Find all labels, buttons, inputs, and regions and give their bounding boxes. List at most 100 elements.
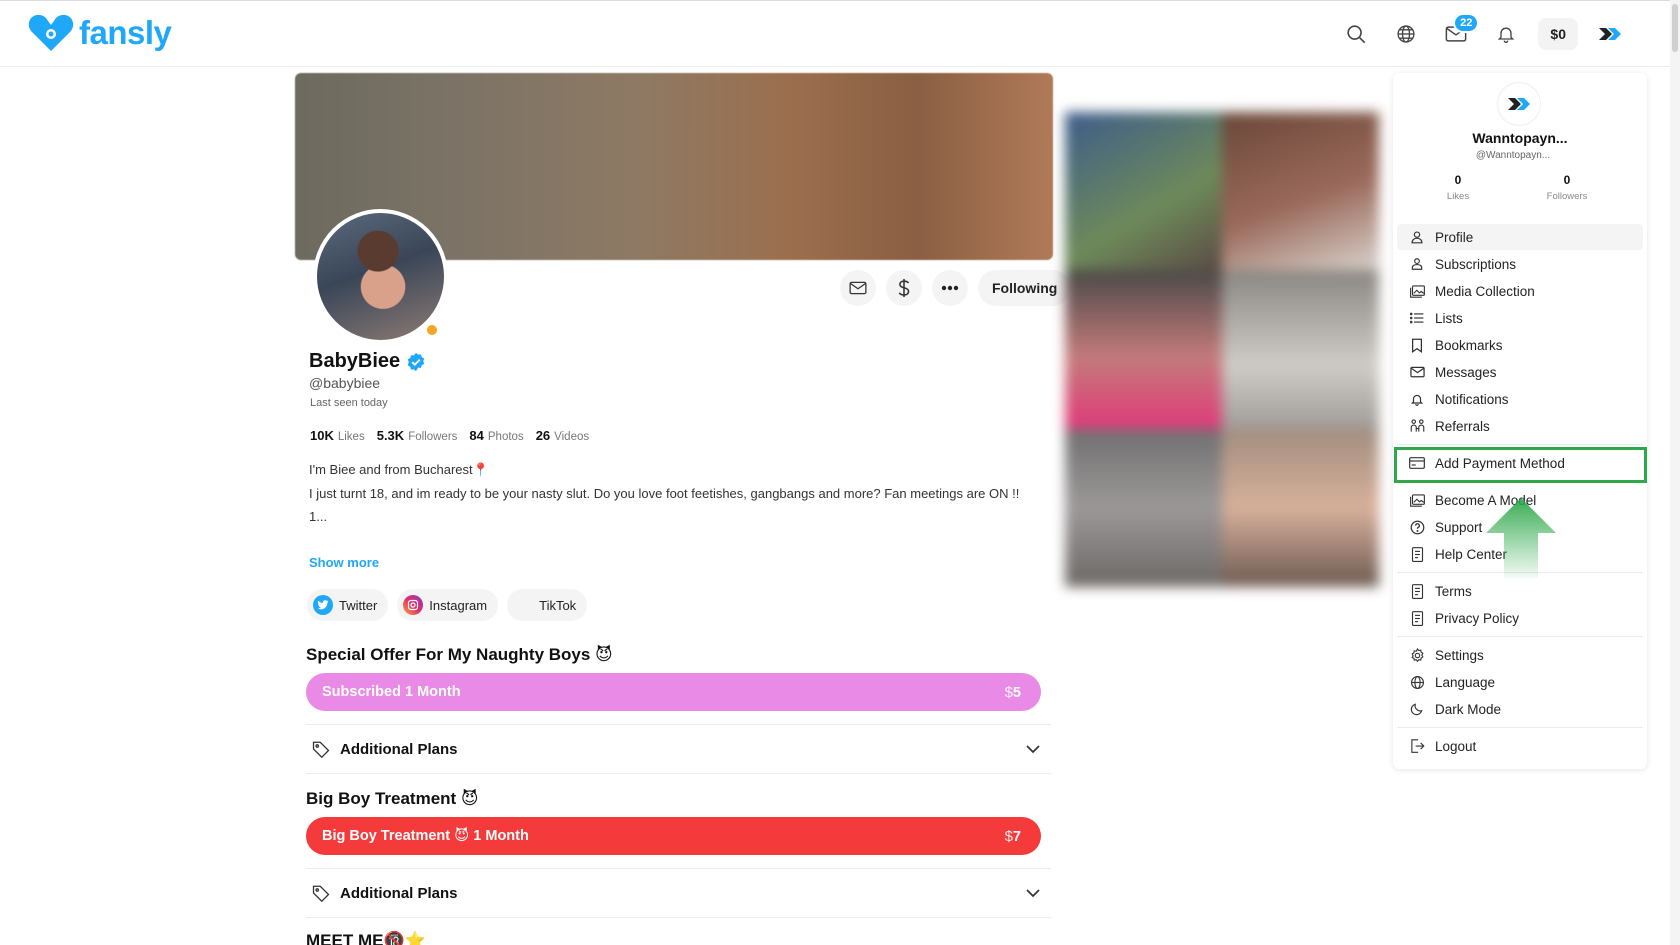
media-thumb[interactable] <box>1065 270 1222 429</box>
stat-photos[interactable]: 84 Photos <box>469 428 523 443</box>
profile-name-row: BabyBiee <box>309 350 426 373</box>
stat-value: 84 <box>469 428 484 443</box>
wallet-balance[interactable]: $0 <box>1538 18 1578 50</box>
tag-icon <box>312 741 330 758</box>
user-avatar-icon <box>1508 98 1530 110</box>
menu-item-profile[interactable]: Profile <box>1397 224 1643 250</box>
instagram-icon <box>403 595 424 615</box>
bell-icon <box>1409 391 1425 407</box>
menu-item-settings[interactable]: Settings <box>1397 642 1643 668</box>
media-thumb[interactable] <box>1222 112 1379 271</box>
mail-icon <box>849 281 867 295</box>
media-thumb[interactable] <box>1222 270 1379 429</box>
menu-stat-likes: 0 Likes <box>1418 173 1498 202</box>
page-scrollbar[interactable] <box>1670 0 1680 945</box>
menu-item-lists[interactable]: Lists <box>1397 305 1643 331</box>
menu-item-label: Subscriptions <box>1435 256 1517 272</box>
menu-item-media-collection[interactable]: Media Collection <box>1397 278 1643 304</box>
menu-item-label: Logout <box>1435 738 1477 754</box>
globe-icon[interactable] <box>1388 16 1424 52</box>
menu-item-privacy-policy[interactable]: Privacy Policy <box>1397 605 1643 631</box>
verified-badge-icon <box>407 352 425 371</box>
more-options-button[interactable] <box>932 270 968 306</box>
profile-handle: @babybiee <box>309 375 381 391</box>
user-icon <box>1409 229 1425 245</box>
chevron-down-icon <box>1026 745 1040 754</box>
stat-value: 0 <box>1563 173 1571 187</box>
currency-symbol: $ <box>1004 683 1013 701</box>
help-circle-icon <box>1409 519 1425 535</box>
menu-item-notifications[interactable]: Notifications <box>1397 386 1643 412</box>
media-thumb[interactable] <box>1222 428 1379 587</box>
subscription-plan-bar[interactable]: Subscribed 1 Month $5 <box>306 673 1041 711</box>
model-icon <box>1409 492 1425 508</box>
search-icon[interactable] <box>1338 16 1374 52</box>
stat-label: Followers <box>408 431 458 443</box>
fansly-heart-icon <box>28 14 74 51</box>
menu-item-referrals[interactable]: Referrals <box>1397 413 1643 439</box>
menu-item-label: Referrals <box>1435 418 1490 434</box>
menu-item-terms[interactable]: Terms <box>1397 578 1643 604</box>
menu-item-bookmarks[interactable]: Bookmarks <box>1397 332 1643 358</box>
menu-user-avatar[interactable] <box>1498 83 1540 125</box>
moon-icon <box>1409 701 1425 717</box>
stat-label: Photos <box>487 431 524 443</box>
media-preview-grid[interactable] <box>1065 112 1379 587</box>
menu-item-label: Messages <box>1435 364 1497 380</box>
plan-price: $7 <box>1005 828 1021 845</box>
social-link-twitter[interactable]: Twitter <box>307 589 389 621</box>
menu-item-dark-mode[interactable]: Dark Mode <box>1397 696 1643 722</box>
additional-plans-toggle[interactable]: Additional Plans <box>306 868 1051 918</box>
stat-label: Likes <box>337 431 365 443</box>
fansly-logo[interactable]: fansly <box>27 13 172 53</box>
menu-divider <box>1397 727 1643 728</box>
mail-icon <box>1409 364 1425 380</box>
menu-item-messages[interactable]: Messages <box>1397 359 1643 385</box>
plan-label: Subscribed 1 Month <box>322 684 461 700</box>
menu-item-label: Settings <box>1435 647 1484 663</box>
menu-user-name[interactable]: Wanntopayn... <box>1393 130 1647 146</box>
social-link-instagram[interactable]: Instagram <box>397 589 499 621</box>
messages-icon[interactable]: 22 <box>1438 13 1480 52</box>
stat-videos[interactable]: 26 Videos <box>536 428 589 443</box>
scrollbar-thumb[interactable] <box>1672 4 1678 52</box>
menu-item-label: Language <box>1435 674 1496 690</box>
bookmark-icon <box>1409 337 1425 353</box>
globe-icon <box>1409 674 1425 690</box>
following-button[interactable]: Following <box>978 270 1072 306</box>
menu-item-label: Dark Mode <box>1435 701 1502 717</box>
online-status-dot <box>425 323 439 337</box>
subscription-plan-bar[interactable]: Big Boy Treatment 😈 1 Month $7 <box>306 817 1041 855</box>
stat-value: 10K <box>310 428 334 443</box>
social-label: Instagram <box>429 597 488 613</box>
price-value: 7 <box>1012 828 1021 845</box>
ellipsis-icon <box>941 285 959 291</box>
social-label: TikTok <box>539 597 577 613</box>
tip-button[interactable] <box>886 270 922 306</box>
media-thumb[interactable] <box>1065 112 1222 271</box>
additional-plans-toggle[interactable]: Additional Plans <box>306 724 1051 774</box>
media-thumb[interactable] <box>1065 428 1222 587</box>
bell-icon[interactable] <box>1488 16 1524 52</box>
show-more-link[interactable]: Show more <box>309 555 379 570</box>
stat-value: 5.3K <box>376 428 405 443</box>
menu-item-label: Terms <box>1435 583 1472 599</box>
offer-title: Big Boy Treatment 😈 <box>306 789 479 808</box>
menu-item-logout[interactable]: Logout <box>1397 733 1643 759</box>
menu-item-label: Bookmarks <box>1435 337 1503 353</box>
user-avatar-icon[interactable] <box>1592 16 1628 52</box>
currency-symbol: $ <box>1004 827 1013 845</box>
document-icon <box>1409 546 1425 562</box>
social-link-tiktok[interactable]: TikTok <box>507 589 588 621</box>
bio-line: I'm Biee and from Bucharest📍 <box>309 462 489 477</box>
price-value: 5 <box>1012 684 1021 701</box>
referrals-icon <box>1409 418 1425 434</box>
tag-icon <box>312 885 330 902</box>
logout-icon <box>1409 738 1425 754</box>
message-button[interactable] <box>840 270 876 306</box>
pointer-arrow-icon <box>1486 498 1556 578</box>
menu-item-language[interactable]: Language <box>1397 669 1643 695</box>
profile-stats: 10K Likes 5.3K Followers 84 Photos 26 Videos <box>310 428 589 443</box>
menu-item-subscriptions[interactable]: Subscriptions <box>1397 251 1643 277</box>
additional-plans-label-group: Additional Plans <box>312 740 458 758</box>
